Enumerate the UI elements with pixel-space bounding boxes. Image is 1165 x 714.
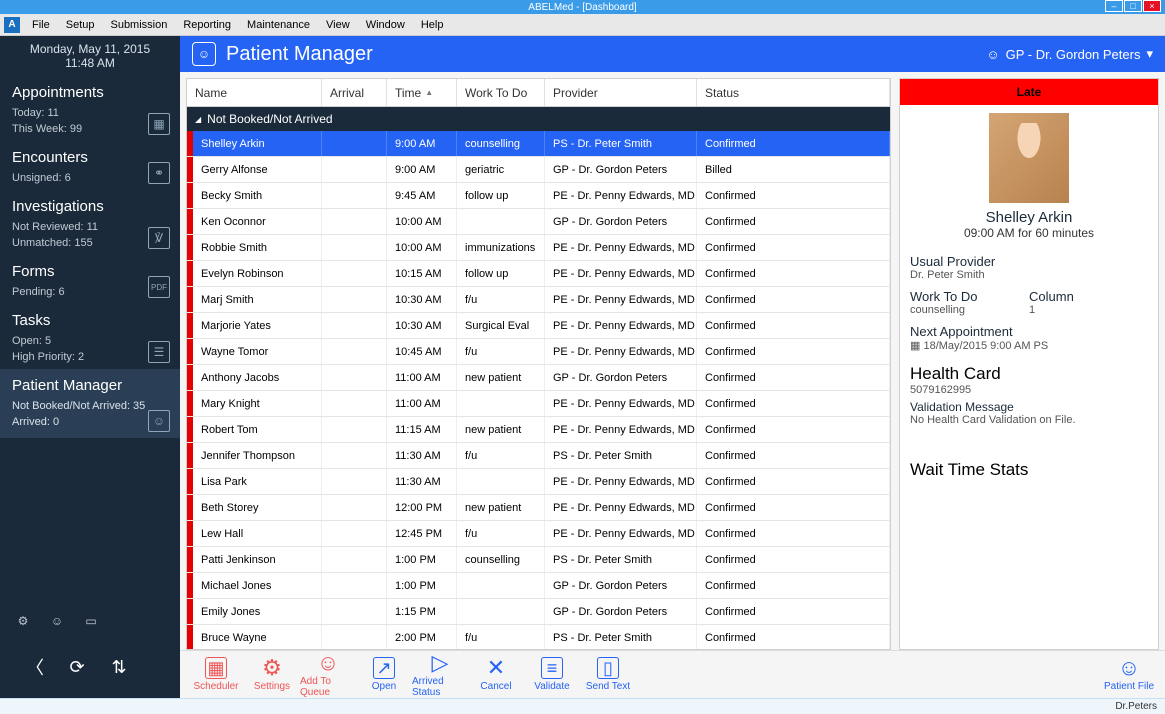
patient-file-button[interactable]: ☺Patient File	[1101, 653, 1157, 697]
table-row[interactable]: Ken Oconnor10:00 AMGP - Dr. Gordon Peter…	[187, 209, 890, 235]
phone-icon: ▯	[597, 657, 619, 679]
calendar-small-icon: ▦	[910, 340, 920, 352]
table-header: Name Arrival Time Work To Do Provider St…	[187, 79, 890, 107]
app-icon: A	[4, 17, 20, 33]
menu-reporting[interactable]: Reporting	[175, 19, 239, 31]
table-row[interactable]: Jennifer Thompson11:30 AMf/uPS - Dr. Pet…	[187, 443, 890, 469]
sidebar-date: Monday, May 11, 2015	[0, 42, 180, 56]
card-icon[interactable]: ▭	[80, 610, 102, 632]
window-titlebar: ABELMed - [Dashboard] – □ ×	[0, 0, 1165, 14]
table-row[interactable]: Marj Smith10:30 AMf/uPE - Dr. Penny Edwa…	[187, 287, 890, 313]
gear-icon: ⚙	[261, 657, 283, 679]
settings-gear-icon[interactable]: ⚙	[12, 610, 34, 632]
header-bar: ☺ Patient Manager ☺ GP - Dr. Gordon Pete…	[180, 36, 1165, 72]
action-bar: ▦Scheduler ⚙Settings ☺Add To Queue ↗Open…	[180, 650, 1165, 698]
sidebar-patient-manager[interactable]: Patient Manager Not Booked/Not Arrived: …	[0, 369, 180, 438]
send-text-button[interactable]: ▯Send Text	[580, 653, 636, 697]
patient-info-panel: Late Shelley Arkin 09:00 AM for 60 minut…	[899, 78, 1159, 650]
menu-submission[interactable]: Submission	[102, 19, 175, 31]
window-minimize[interactable]: –	[1105, 0, 1123, 12]
table-row[interactable]: Lisa Park11:30 AMPE - Dr. Penny Edwards,…	[187, 469, 890, 495]
person-icon[interactable]: ☺	[46, 610, 68, 632]
table-row[interactable]: Anthony Jacobs11:00 AMnew patientGP - Dr…	[187, 365, 890, 391]
sidebar-encounters[interactable]: Encounters Unsigned: 6 ⚭	[0, 141, 180, 190]
menu-maintenance[interactable]: Maintenance	[239, 19, 318, 31]
table-body: Shelley Arkin9:00 AMcounsellingPS - Dr. …	[187, 131, 890, 649]
menu-setup[interactable]: Setup	[58, 19, 103, 31]
patient-name: Shelley Arkin	[900, 209, 1158, 226]
arrived-status-button[interactable]: ▷Arrived Status	[412, 653, 468, 697]
menu-window[interactable]: Window	[358, 19, 413, 31]
window-close[interactable]: ×	[1143, 0, 1161, 12]
table-row[interactable]: Robert Tom11:15 AMnew patientPE - Dr. Pe…	[187, 417, 890, 443]
settings-button[interactable]: ⚙Settings	[244, 653, 300, 697]
user-icon: ☺	[986, 47, 999, 62]
window-title: ABELMed - [Dashboard]	[528, 2, 636, 13]
window-maximize[interactable]: □	[1124, 0, 1142, 12]
cancel-icon: ✕	[485, 657, 507, 679]
sidebar: Monday, May 11, 2015 11:48 AM Appointmen…	[0, 36, 180, 698]
nav-back-icon[interactable]: 〈	[24, 656, 46, 678]
patient-appt-time: 09:00 AM for 60 minutes	[900, 226, 1158, 240]
patient-table: Name Arrival Time Work To Do Provider St…	[186, 78, 891, 650]
col-name[interactable]: Name	[187, 79, 322, 106]
open-icon: ↗	[373, 657, 395, 679]
add-to-queue-button[interactable]: ☺Add To Queue	[300, 653, 356, 697]
chevron-down-icon: ▾	[1146, 46, 1153, 62]
table-row[interactable]: Lew Hall12:45 PMf/uPE - Dr. Penny Edward…	[187, 521, 890, 547]
col-provider[interactable]: Provider	[545, 79, 697, 106]
table-row[interactable]: Evelyn Robinson10:15 AMfollow upPE - Dr.…	[187, 261, 890, 287]
table-row[interactable]: Robbie Smith10:00 AMimmunizationsPE - Dr…	[187, 235, 890, 261]
page-title: Patient Manager	[226, 43, 373, 66]
table-row[interactable]: Beth Storey12:00 PMnew patientPE - Dr. P…	[187, 495, 890, 521]
nav-refresh-icon[interactable]: ⟳	[66, 656, 88, 678]
table-row[interactable]: Shelley Arkin9:00 AMcounsellingPS - Dr. …	[187, 131, 890, 157]
table-row[interactable]: Marjorie Yates10:30 AMSurgical EvalPE - …	[187, 313, 890, 339]
sidebar-forms[interactable]: Forms Pending: 6 PDF	[0, 255, 180, 304]
provider-dropdown[interactable]: ☺ GP - Dr. Gordon Peters ▾	[986, 46, 1153, 62]
patient-photo	[989, 113, 1069, 203]
table-row[interactable]: Bruce Wayne2:00 PMf/uPS - Dr. Peter Smit…	[187, 625, 890, 649]
open-button[interactable]: ↗Open	[356, 653, 412, 697]
col-work[interactable]: Work To Do	[457, 79, 545, 106]
nav-sync-icon[interactable]: ⇅	[108, 656, 130, 678]
menu-help[interactable]: Help	[413, 19, 452, 31]
menu-bar: A FileSetupSubmissionReportingMaintenanc…	[0, 14, 1165, 36]
col-arrival[interactable]: Arrival	[322, 79, 387, 106]
menu-view[interactable]: View	[318, 19, 358, 31]
flag-icon: ▷	[429, 652, 451, 674]
add-person-icon: ☺	[317, 652, 339, 674]
table-row[interactable]: Wayne Tomor10:45 AMf/uPE - Dr. Penny Edw…	[187, 339, 890, 365]
cancel-button[interactable]: ✕Cancel	[468, 653, 524, 697]
scheduler-icon: ▦	[205, 657, 227, 679]
patient-file-icon: ☺	[1118, 657, 1140, 679]
scheduler-button[interactable]: ▦Scheduler	[188, 653, 244, 697]
validate-icon: ≡	[541, 657, 563, 679]
status-bar: Dr.Peters	[0, 698, 1165, 714]
table-row[interactable]: Gerry Alfonse9:00 AMgeriatricGP - Dr. Go…	[187, 157, 890, 183]
col-status[interactable]: Status	[697, 79, 890, 106]
validate-button[interactable]: ≡Validate	[524, 653, 580, 697]
late-banner: Late	[900, 79, 1158, 105]
sidebar-appointments[interactable]: Appointments Today: 11 This Week: 99 ▦	[0, 76, 180, 141]
menu-file[interactable]: File	[24, 19, 58, 31]
table-row[interactable]: Emily Jones1:15 PMGP - Dr. Gordon Peters…	[187, 599, 890, 625]
sidebar-investigations[interactable]: Investigations Not Reviewed: 11 Unmatche…	[0, 190, 180, 255]
col-time[interactable]: Time	[387, 79, 457, 106]
patient-manager-icon: ☺	[192, 42, 216, 66]
table-row[interactable]: Becky Smith9:45 AMfollow upPE - Dr. Penn…	[187, 183, 890, 209]
table-row[interactable]: Patti Jenkinson1:00 PMcounsellingPS - Dr…	[187, 547, 890, 573]
sidebar-tasks[interactable]: Tasks Open: 5 High Priority: 2 ☰	[0, 304, 180, 369]
table-row[interactable]: Michael Jones1:00 PMGP - Dr. Gordon Pete…	[187, 573, 890, 599]
table-row[interactable]: Mary Knight11:00 AMPE - Dr. Penny Edward…	[187, 391, 890, 417]
sidebar-time: 11:48 AM	[0, 56, 180, 70]
group-row[interactable]: Not Booked/Not Arrived	[187, 107, 890, 131]
